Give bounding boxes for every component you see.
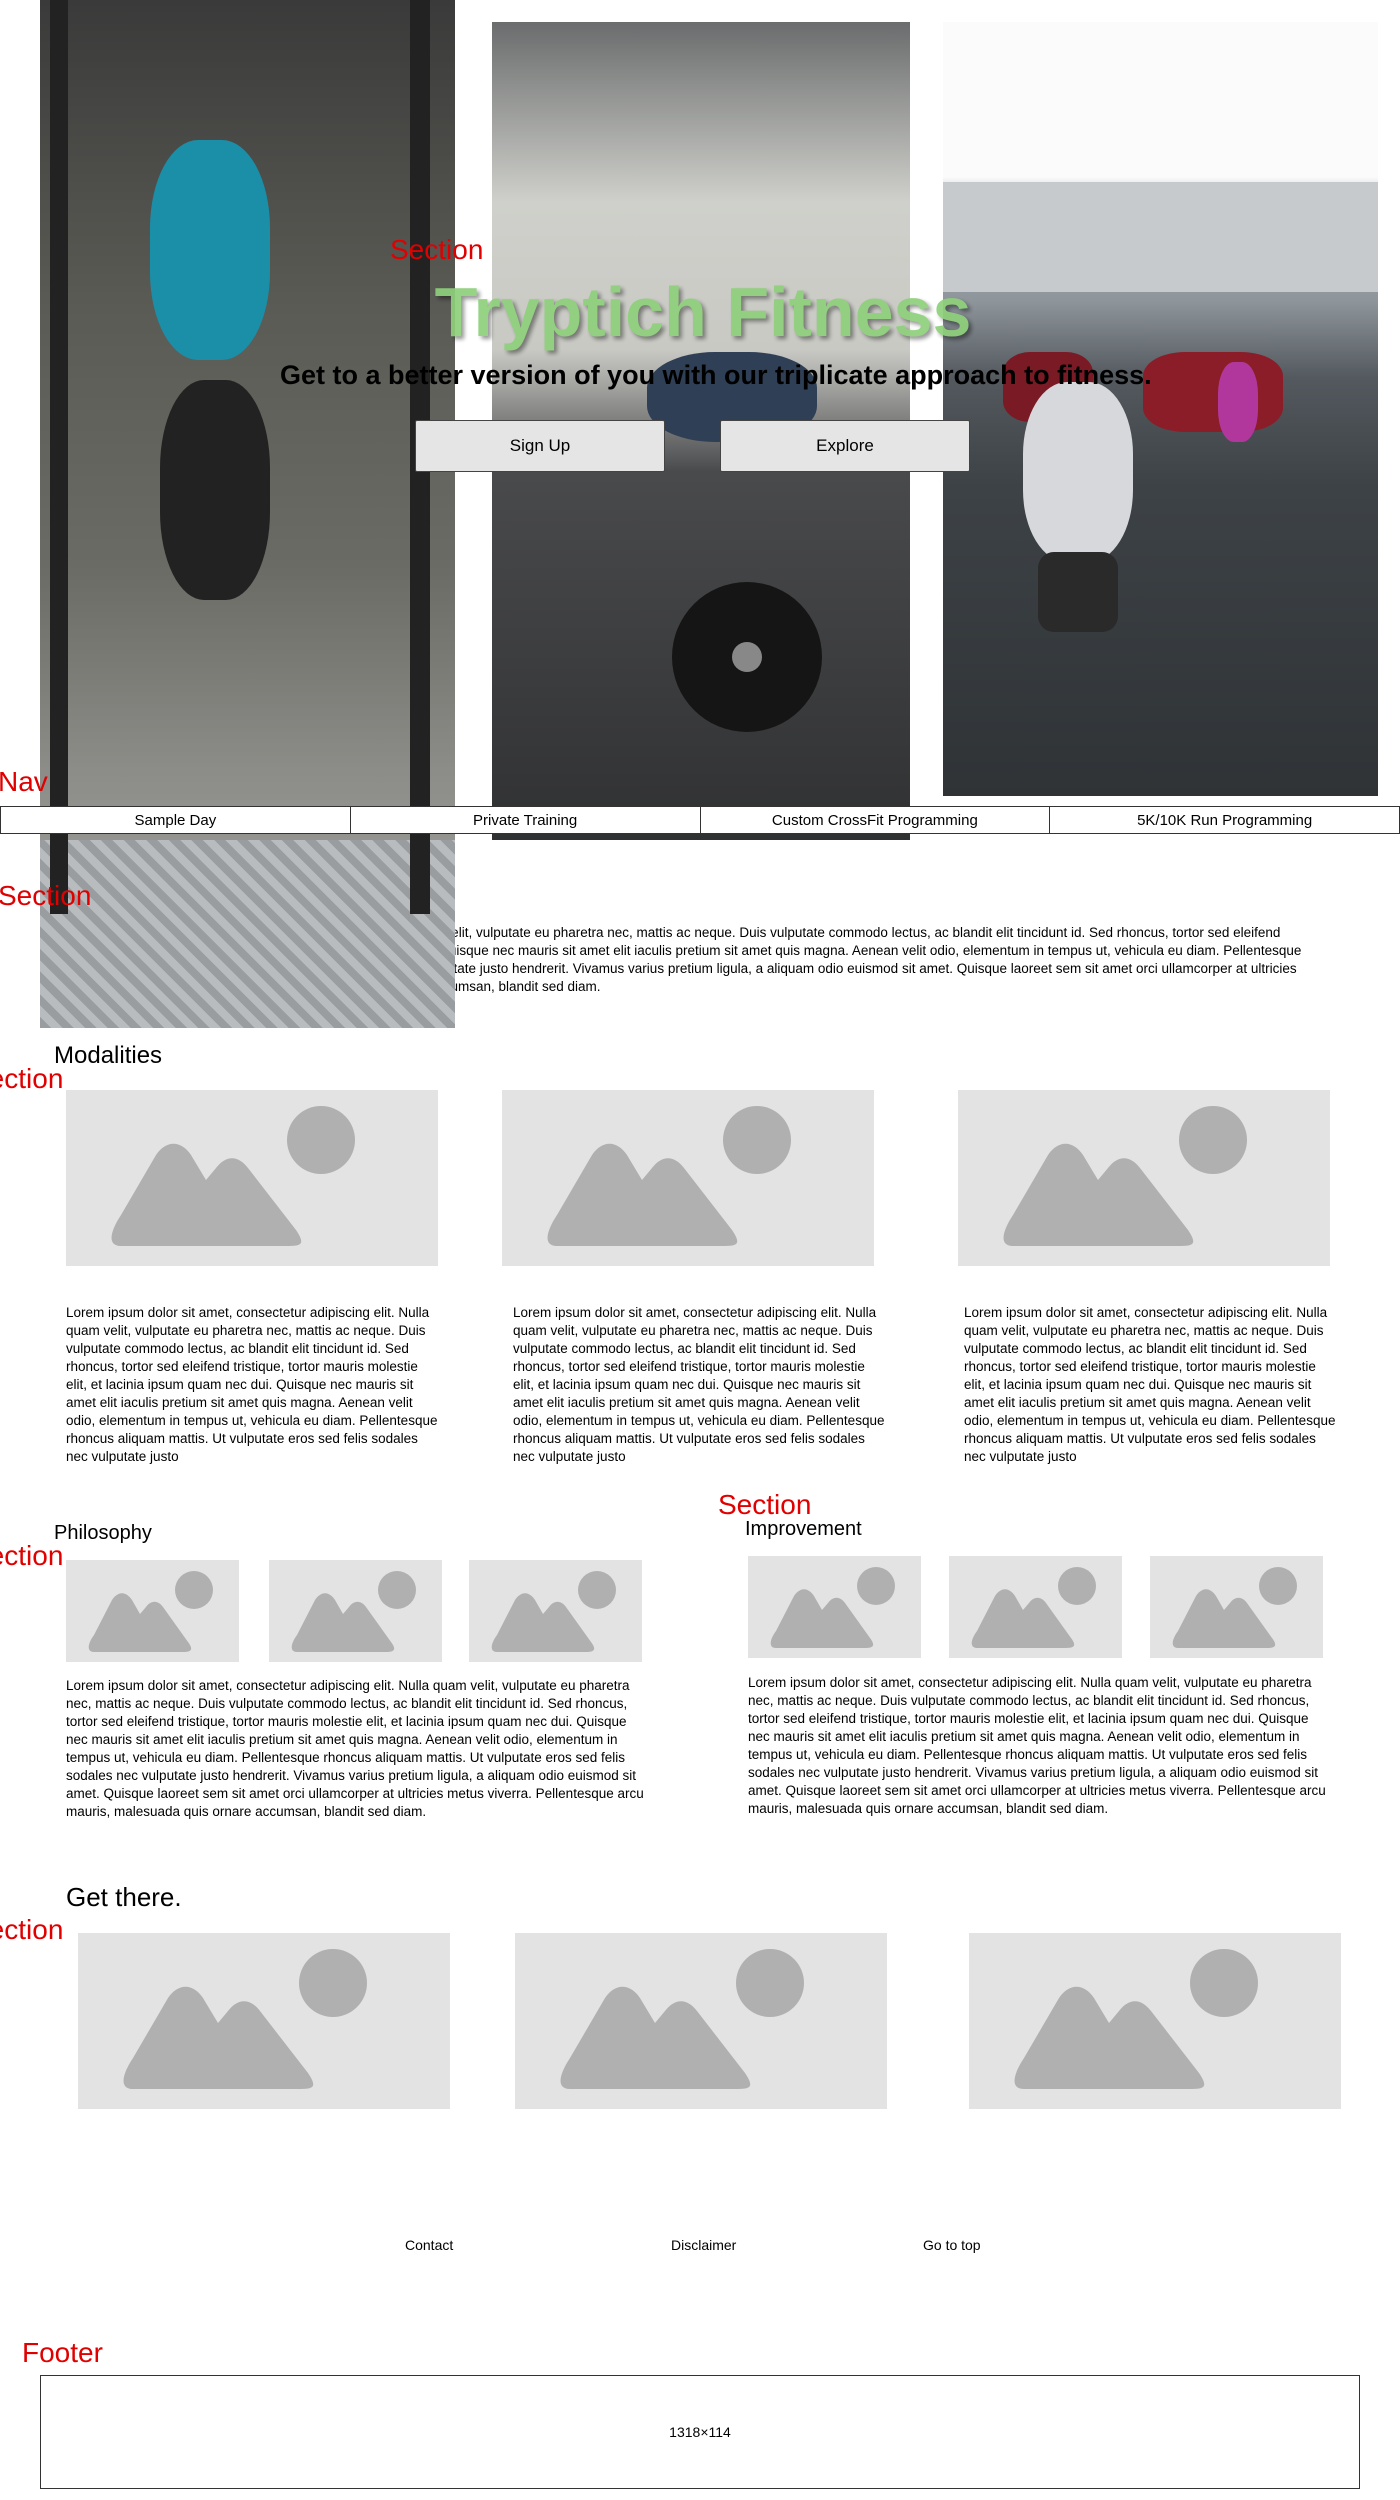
image-placeholder-icon — [269, 1560, 442, 1662]
image-placeholder-icon — [969, 1933, 1341, 2109]
main-nav: Sample Day Private Training Custom Cross… — [0, 806, 1400, 834]
image-placeholder-icon — [469, 1560, 642, 1662]
section-label: Section — [0, 1914, 64, 1945]
photo-floor-overlay — [40, 914, 455, 1028]
nav-label: Nav — [0, 766, 48, 797]
philosophy-heading: Philosophy — [54, 1522, 152, 1544]
footer-label: Footer — [22, 2337, 103, 2368]
image-placeholder-icon — [515, 1933, 887, 2109]
hero-subtitle: Get to a better version of you with our … — [280, 360, 1152, 390]
explore-button[interactable]: Explore — [720, 420, 970, 472]
photo-car — [1143, 352, 1283, 432]
nav-item-sample-day[interactable]: Sample Day — [0, 806, 351, 834]
modalities-text-2: Lorem ipsum dolor sit amet, consectetur … — [513, 1305, 885, 1464]
section-label: Section — [718, 1489, 812, 1520]
philosophy-text: Lorem ipsum dolor sit amet, consectetur … — [66, 1678, 644, 1819]
footer-placeholder: 1318×114 — [40, 2375, 1360, 2489]
image-placeholder-icon — [66, 1560, 239, 1662]
section-label: Section — [390, 234, 484, 265]
image-placeholder-icon — [78, 1933, 450, 2109]
section-label: Section — [0, 880, 92, 911]
image-placeholder-icon — [748, 1556, 921, 1658]
photo-building — [943, 182, 1378, 292]
photo-barbell-hub — [732, 642, 762, 672]
image-placeholder-icon — [502, 1090, 874, 1266]
hero-title: Tryptich Fitness — [434, 273, 972, 351]
modalities-heading: Modalities — [54, 1042, 163, 1069]
photo-figure-legs — [160, 380, 270, 600]
photo-rack-post — [410, 0, 430, 1028]
modalities-text-3: Lorem ipsum dolor sit amet, consectetur … — [964, 1305, 1336, 1464]
improvement-heading: Improvement — [745, 1518, 862, 1540]
nav-item-private-training[interactable]: Private Training — [349, 806, 701, 834]
footer-go-to-top-link[interactable]: Go to top — [923, 2237, 981, 2253]
get-there-heading: Get there. — [66, 1882, 182, 1912]
photo-figure — [1218, 362, 1258, 442]
image-placeholder-icon — [958, 1090, 1330, 1266]
footer-disclaimer-link[interactable]: Disclaimer — [671, 2237, 736, 2253]
photo-figure — [1023, 382, 1133, 562]
image-placeholder-icon — [1150, 1556, 1323, 1658]
photo-figure-shorts — [1038, 552, 1118, 632]
footer-contact-link[interactable]: Contact — [405, 2237, 453, 2253]
hero-photo-pullup — [40, 0, 455, 1028]
image-placeholder-icon — [949, 1556, 1122, 1658]
hero-photo-running — [943, 22, 1378, 796]
modalities-text-1: Lorem ipsum dolor sit amet, consectetur … — [66, 1305, 438, 1464]
improvement-text: Lorem ipsum dolor sit amet, consectetur … — [748, 1675, 1326, 1816]
nav-item-run-programming[interactable]: 5K/10K Run Programming — [1049, 806, 1400, 834]
footer-placeholder-size: 1318×114 — [669, 2424, 731, 2440]
image-placeholder-icon — [66, 1090, 438, 1266]
photo-figure — [150, 140, 270, 360]
nav-item-custom-crossfit[interactable]: Custom CrossFit Programming — [699, 806, 1051, 834]
signup-button[interactable]: Sign Up — [415, 420, 665, 472]
photo-rack-post — [50, 0, 68, 1028]
